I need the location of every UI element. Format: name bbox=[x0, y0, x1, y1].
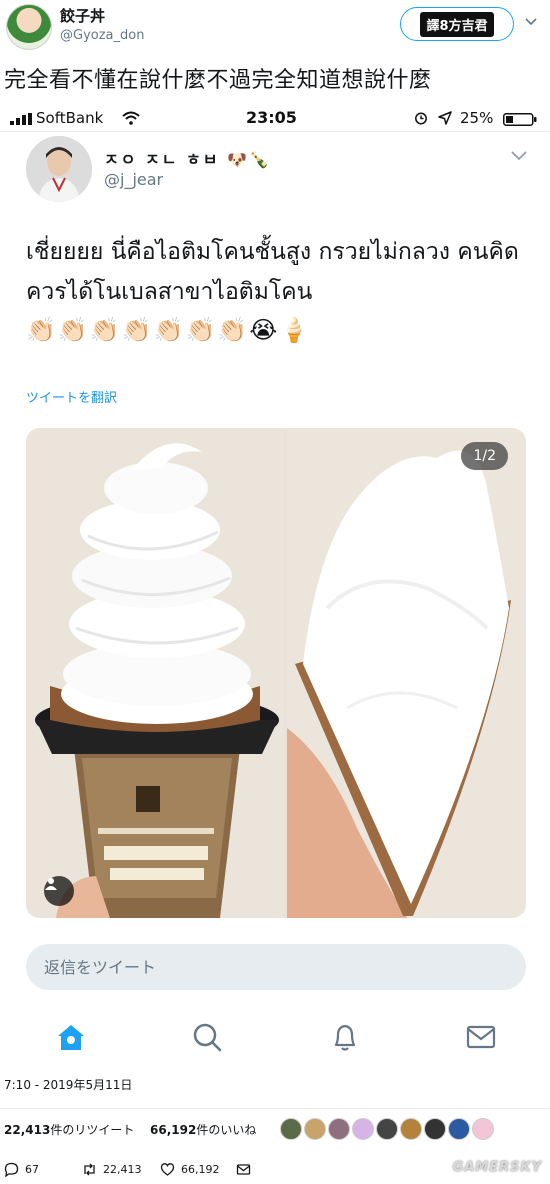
battery-icon bbox=[503, 113, 537, 126]
emoji-row: 👏🏻 👏🏻 👏🏻 👏🏻 👏🏻 👏🏻 👏🏻 😭 🍦 bbox=[26, 316, 309, 352]
like-stat-label: 件のいいね bbox=[196, 1123, 257, 1137]
signal-icon bbox=[10, 113, 32, 125]
reply-icon bbox=[4, 1162, 19, 1177]
location-arrow-icon bbox=[438, 111, 452, 125]
direct-message-button[interactable] bbox=[236, 1162, 251, 1177]
avatar[interactable] bbox=[26, 136, 92, 202]
outer-tweet-text: 完全看不懂在說什麼不過完全知道想說什麼 bbox=[4, 68, 432, 93]
reply-button[interactable]: 67 bbox=[4, 1162, 39, 1177]
like-stat[interactable]: 66,192件のいいね bbox=[150, 1121, 256, 1138]
retweet-count: 22,413 bbox=[103, 1163, 142, 1176]
search-icon[interactable] bbox=[190, 1020, 224, 1054]
avatar[interactable] bbox=[328, 1118, 350, 1140]
retweet-stat-label: 件のリツイート bbox=[50, 1123, 135, 1137]
clap-emoji: 👏🏻 bbox=[57, 316, 88, 344]
carrier-label: SoftBank bbox=[36, 109, 104, 127]
avatar[interactable] bbox=[472, 1118, 494, 1140]
avatar[interactable] bbox=[376, 1118, 398, 1140]
outer-avatar[interactable] bbox=[6, 4, 52, 50]
ice-cream-emoji: 🍦 bbox=[279, 316, 310, 344]
translate-tweet-link[interactable]: ツイートを翻訳 bbox=[26, 387, 117, 406]
user-tag-icon[interactable] bbox=[44, 876, 74, 906]
outer-tweet-header: 餃子丼 @Gyoza_don 譯8方吉君 bbox=[0, 0, 550, 56]
outer-author-handle[interactable]: @Gyoza_don bbox=[60, 28, 144, 43]
tweet-stats: 22,413件のリツイート 66,192件のいいね bbox=[0, 1108, 550, 1150]
outer-author-name[interactable]: 餃子丼 bbox=[60, 5, 105, 26]
tweet-text: เชี่ยยยย นี่คือไอติมโคนชั้นสูง กรวยไม่กล… bbox=[26, 239, 519, 305]
wifi-icon bbox=[122, 111, 140, 125]
ice-cream-cross-section-photo[interactable]: 1/2 bbox=[287, 428, 526, 918]
avatar[interactable] bbox=[304, 1118, 326, 1140]
clap-emoji: 👏🏻 bbox=[185, 316, 216, 344]
home-icon[interactable] bbox=[54, 1020, 88, 1054]
tab-bar bbox=[0, 1012, 550, 1064]
reply-box[interactable] bbox=[26, 944, 526, 990]
mail-icon bbox=[236, 1164, 251, 1175]
retweet-button[interactable]: 22,413 bbox=[82, 1162, 142, 1177]
avatar[interactable] bbox=[448, 1118, 470, 1140]
reply-count: 67 bbox=[25, 1163, 39, 1176]
avatar[interactable] bbox=[352, 1118, 374, 1140]
avatar[interactable] bbox=[280, 1118, 302, 1140]
status-bar: SoftBank 23:05 25% bbox=[0, 104, 550, 132]
battery-percent: 25% bbox=[460, 109, 494, 127]
chevron-down-icon[interactable] bbox=[524, 14, 538, 28]
author-name[interactable]: ㅈㅇ ㅈㄴ ㅎㅂ 🐶🍾 bbox=[104, 146, 271, 170]
clock: 23:05 bbox=[246, 108, 297, 127]
clap-emoji: 👏🏻 bbox=[217, 316, 248, 344]
translator-badge-label: 譯8方吉君 bbox=[420, 11, 494, 37]
media-counter: 1/2 bbox=[461, 442, 508, 470]
clap-emoji: 👏🏻 bbox=[153, 316, 184, 344]
like-button[interactable]: 66,192 bbox=[160, 1162, 220, 1177]
avatar[interactable] bbox=[400, 1118, 422, 1140]
tweet-timestamp[interactable]: 7:10 - 2019年5月11日 bbox=[4, 1076, 132, 1093]
clap-emoji: 👏🏻 bbox=[121, 316, 152, 344]
retweet-icon bbox=[84, 1163, 95, 1176]
liker-avatars bbox=[280, 1118, 494, 1140]
reply-input[interactable] bbox=[26, 944, 526, 990]
clap-emoji: 👏🏻 bbox=[89, 316, 120, 344]
retweet-stat[interactable]: 22,413件のリツイート bbox=[4, 1121, 134, 1138]
author-handle[interactable]: @j_jear bbox=[104, 170, 163, 189]
crying-emoji: 😭 bbox=[249, 316, 278, 344]
translator-badge: 譯8方吉君 bbox=[400, 7, 514, 41]
retweet-stat-count: 22,413 bbox=[4, 1123, 51, 1137]
avatar[interactable] bbox=[424, 1118, 446, 1140]
like-stat-count: 66,192 bbox=[150, 1123, 197, 1137]
watermark: GAMERSKY bbox=[452, 1160, 542, 1175]
tweet-media[interactable]: 1/2 bbox=[26, 428, 526, 918]
heart-icon bbox=[160, 1163, 175, 1176]
bell-icon[interactable] bbox=[328, 1020, 362, 1054]
chevron-down-icon[interactable] bbox=[510, 148, 528, 162]
mail-icon[interactable] bbox=[464, 1020, 498, 1054]
alarm-icon bbox=[415, 112, 427, 125]
ice-cream-cone-photo[interactable] bbox=[26, 428, 284, 918]
like-count: 66,192 bbox=[181, 1163, 220, 1176]
clap-emoji: 👏🏻 bbox=[26, 316, 56, 344]
